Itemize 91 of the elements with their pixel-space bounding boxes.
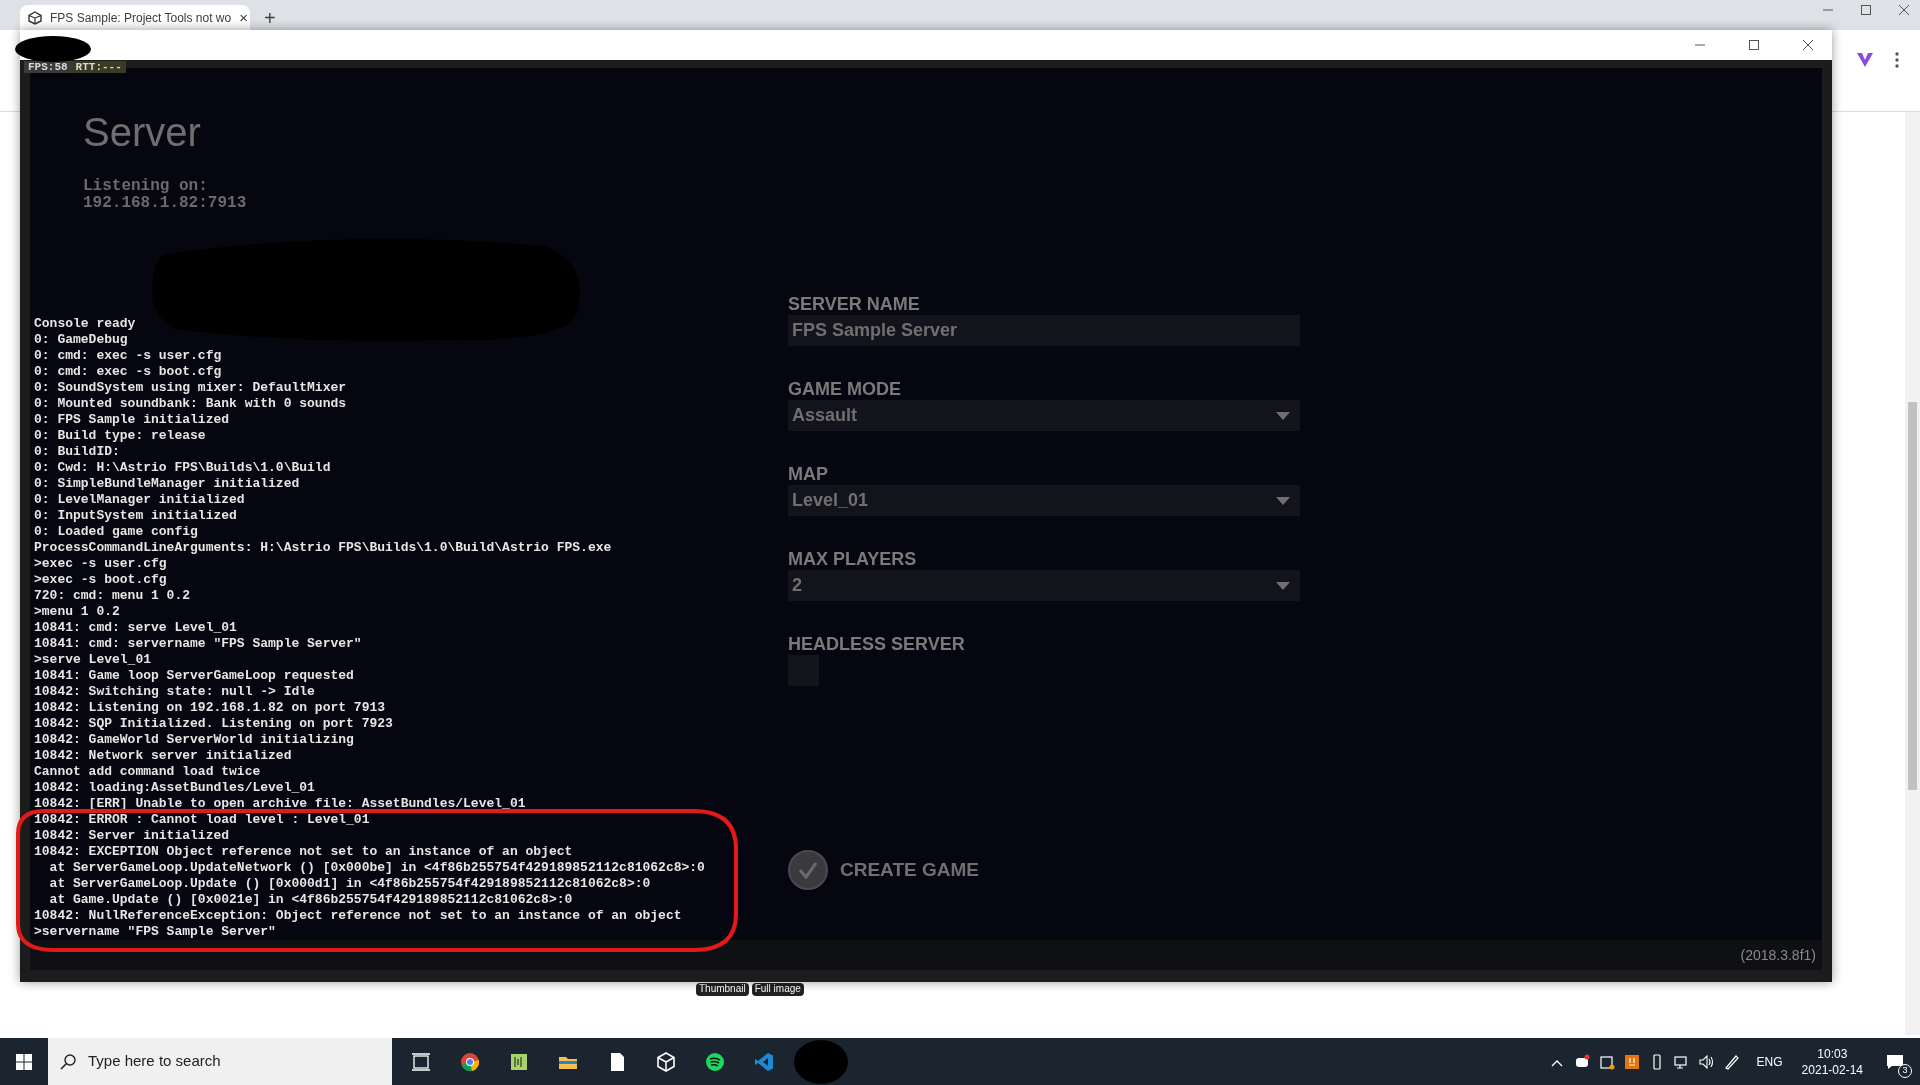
- version-label: (2018.3.8f1): [1740, 945, 1816, 965]
- console-line: >exec -s user.cfg: [34, 556, 168, 572]
- console-line: >serve Level_01: [34, 652, 153, 668]
- console-line: 0: InputSystem initialized: [34, 508, 238, 524]
- dropdown-arrow-icon: [1276, 581, 1290, 590]
- tab-close-button[interactable]: ×: [239, 10, 248, 25]
- page-heading: Server: [83, 109, 202, 156]
- console-line: 0: cmd: exec -s user.cfg: [34, 348, 223, 364]
- field-label: GAME MODE: [788, 378, 902, 400]
- dropdown[interactable]: 2: [788, 570, 1300, 601]
- console-line: 10842: Listening on 192.168.1.82 on port 7913: [34, 700, 387, 716]
- console-line: 10841: cmd: servername "FPS Sample Server": [34, 636, 363, 652]
- notepad-icon: [509, 1051, 529, 1072]
- listening-label: Listening on:: [83, 178, 209, 195]
- windows-logo-icon: [16, 1053, 32, 1070]
- console-line: 10841: Game loop ServerGameLoop requested: [34, 668, 355, 684]
- chrome-icon: [460, 1051, 480, 1072]
- console-line: 10842: ERROR : Cannot load level : Level_01: [34, 812, 371, 828]
- browser-tab[interactable]: FPS Sample: Project Tools not wo ×: [20, 5, 250, 30]
- console-line: at ServerGameLoop.UpdateNetwork () [0x000be] in <4f86b255754f429189852112c81062c8>:0: [48, 860, 706, 876]
- stats-readout: RTT:---: [71, 61, 126, 73]
- field-label: HEADLESS SERVER: [788, 633, 966, 655]
- music-app-icon: [705, 1051, 725, 1072]
- console-line: 0: cmd: exec -s boot.cfg: [34, 364, 223, 380]
- scrollbar[interactable]: [1905, 112, 1920, 1035]
- console-line: Cannot add command load twice: [34, 764, 262, 780]
- console-line: at ServerGameLoop.Update () [0x000d1] in <4f86b255754f429189852112c81062c8>:0: [48, 876, 652, 892]
- dropdown-arrow-icon: [1276, 496, 1290, 505]
- maximize-icon[interactable]: [1860, 4, 1872, 16]
- dropdown[interactable]: Assault: [788, 400, 1300, 431]
- console-line: 10842: [ERR] Unable to open archive file: AssetBundles/Level_01: [34, 796, 527, 812]
- console-line: >exec -s boot.cfg: [34, 572, 168, 588]
- console-line: 10842: GameWorld ServerWorld initializing: [34, 732, 355, 748]
- image-view-button[interactable]: Full image: [751, 983, 804, 996]
- search-icon: [60, 1053, 76, 1070]
- message-icon: [1886, 1053, 1904, 1070]
- console-line: >menu 1 0.2: [34, 604, 121, 620]
- clock[interactable]: 10:03 2021-02-14: [1801, 1045, 1863, 1078]
- dropdown[interactable]: Level_01: [788, 485, 1300, 516]
- chat-app-icon[interactable]: [1573, 1053, 1590, 1070]
- field-label: MAP: [788, 463, 829, 485]
- create-game-button[interactable]: CREATE GAME: [788, 850, 979, 890]
- check-circle-icon: [788, 850, 828, 890]
- console-line: 0: FPS Sample initialized: [34, 412, 231, 428]
- more-options-icon[interactable]: [1895, 52, 1899, 68]
- console-line: 0: Loaded game config: [34, 524, 199, 540]
- language-indicator[interactable]: ENG: [1756, 1052, 1783, 1071]
- console-line: 10841: cmd: serve Level_01: [34, 620, 238, 636]
- console-line: 0: BuildID:: [34, 444, 121, 460]
- code-editor-icon: [754, 1051, 774, 1072]
- redaction-mark: [793, 1038, 849, 1085]
- console-line: 0: Build type: release: [34, 428, 207, 444]
- dropdown-arrow-icon: [1276, 411, 1290, 420]
- console-line: 10842: Switching state: null -> Idle: [34, 684, 316, 700]
- v-logo-icon[interactable]: [1856, 52, 1874, 68]
- console-line: 720: cmd: menu 1 0.2: [34, 588, 192, 604]
- task-view-icon: [411, 1051, 431, 1072]
- console-line: 0: SoundSystem using mixer: DefaultMixer: [34, 380, 348, 396]
- maximize-icon[interactable]: [1748, 39, 1760, 51]
- console-line: ProcessCommandLineArguments: H:\Astrio FPS\Builds\1.0\Build\Astrio FPS.exe: [34, 540, 613, 556]
- search-field[interactable]: Type here to search: [48, 1038, 392, 1085]
- console-line: 0: LevelManager initialized: [34, 492, 246, 508]
- cube-icon: [656, 1051, 676, 1072]
- network-icon[interactable]: [1673, 1053, 1690, 1070]
- text-field[interactable]: FPS Sample Server: [788, 315, 1300, 346]
- console-line: 10842: loading:AssetBundles/Level_01: [34, 780, 316, 796]
- pen-icon[interactable]: [1723, 1053, 1740, 1070]
- console-line: at Game.Update () [0x0021e] in <4f86b255754f429189852112c81062c8>:0: [48, 892, 574, 908]
- field-label: SERVER NAME: [788, 293, 921, 315]
- console-line: 0: Cwd: H:\Astrio FPS\Builds\1.0\Build: [34, 460, 332, 476]
- tab-title: FPS Sample: Project Tools not wo: [50, 9, 232, 27]
- console-line: 0: SimpleBundleManager initialized: [34, 476, 301, 492]
- cube-logo-icon: [28, 10, 42, 25]
- notification-count: 3: [1898, 1063, 1912, 1078]
- server-address: 192.168.1.82:7913: [83, 195, 248, 212]
- console-line: 10842: Network server initialized: [34, 748, 293, 764]
- field-label: MAX PLAYERS: [788, 548, 918, 570]
- console-line: 10842: EXCEPTION Object reference not set to an instance of an object: [34, 844, 574, 860]
- console-line: 0: Mounted soundbank: Bank with 0 sounds: [34, 396, 348, 412]
- console-line: 10842: NullReferenceException: Object reference not set to an instance of an object: [34, 908, 683, 924]
- console-line: 10842: Server initialized: [34, 828, 231, 844]
- new-tab-button[interactable]: +: [264, 8, 276, 28]
- close-icon[interactable]: [1898, 4, 1910, 16]
- console-line: >servername "FPS Sample Server": [34, 924, 277, 940]
- stats-readout: FPS:58: [24, 61, 72, 73]
- console-line: Console ready: [34, 316, 137, 332]
- image-view-button[interactable]: Thumbnail: [696, 983, 749, 996]
- close-icon[interactable]: [1802, 39, 1814, 51]
- volume-icon[interactable]: [1698, 1053, 1715, 1070]
- console-line: 0: GameDebug: [34, 332, 129, 348]
- console-line: 10842: SQP Initialized. Listening on port 7923: [34, 716, 394, 732]
